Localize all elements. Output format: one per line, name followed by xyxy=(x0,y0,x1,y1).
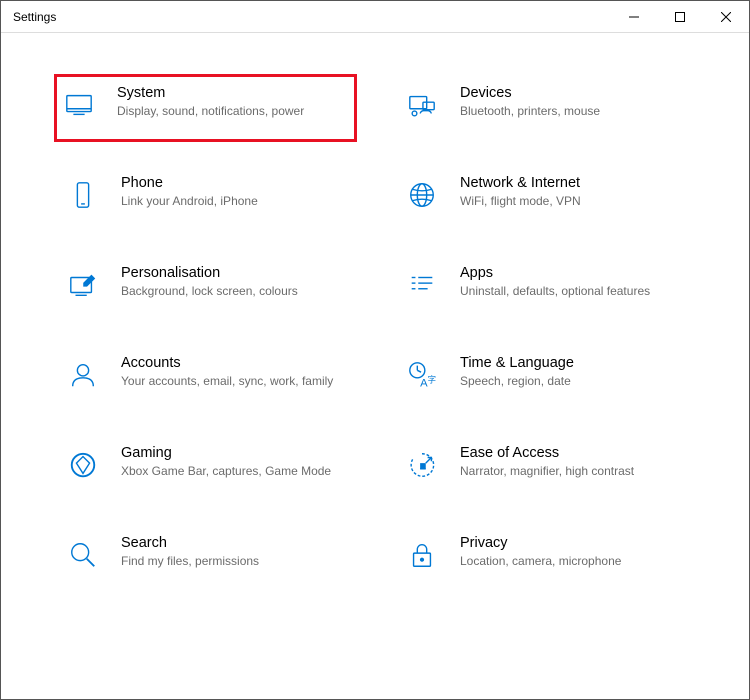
category-desc: Narrator, magnifier, high contrast xyxy=(460,463,634,479)
globe-icon xyxy=(404,177,440,213)
category-time[interactable]: A字 Time & Language Speech, region, date xyxy=(400,351,689,397)
category-text: Gaming Xbox Game Bar, captures, Game Mod… xyxy=(121,445,339,479)
category-title: Gaming xyxy=(121,445,331,461)
category-desc: Bluetooth, printers, mouse xyxy=(460,103,600,119)
category-desc: WiFi, flight mode, VPN xyxy=(460,193,581,209)
category-text: Accounts Your accounts, email, sync, wor… xyxy=(121,355,341,389)
time-language-icon: A字 xyxy=(404,357,440,393)
category-privacy[interactable]: Privacy Location, camera, microphone xyxy=(400,531,689,577)
accounts-icon xyxy=(65,357,101,393)
category-devices[interactable]: Devices Bluetooth, printers, mouse xyxy=(400,81,689,127)
category-title: Accounts xyxy=(121,355,333,371)
window-controls xyxy=(611,1,749,32)
category-title: Phone xyxy=(121,175,258,191)
category-text: Devices Bluetooth, printers, mouse xyxy=(460,85,608,119)
category-title: Apps xyxy=(460,265,650,281)
category-text: Ease of Access Narrator, magnifier, high… xyxy=(460,445,642,479)
category-phone[interactable]: Phone Link your Android, iPhone xyxy=(61,171,350,217)
category-ease[interactable]: Ease of Access Narrator, magnifier, high… xyxy=(400,441,689,487)
category-accounts[interactable]: Accounts Your accounts, email, sync, wor… xyxy=(61,351,350,397)
category-text: Personalisation Background, lock screen,… xyxy=(121,265,306,299)
category-title: Time & Language xyxy=(460,355,574,371)
svg-text:字: 字 xyxy=(428,375,436,385)
category-title: Search xyxy=(121,535,259,551)
window-title: Settings xyxy=(13,10,56,24)
titlebar: Settings xyxy=(1,1,749,33)
category-desc: Your accounts, email, sync, work, family xyxy=(121,373,333,389)
category-desc: Find my files, permissions xyxy=(121,553,259,569)
category-title: Devices xyxy=(460,85,600,101)
settings-grid: System Display, sound, notifications, po… xyxy=(61,81,689,577)
category-personalisation[interactable]: Personalisation Background, lock screen,… xyxy=(61,261,350,307)
category-text: Time & Language Speech, region, date xyxy=(460,355,582,389)
category-title: Network & Internet xyxy=(460,175,581,191)
personalisation-icon xyxy=(65,267,101,303)
category-desc: Display, sound, notifications, power xyxy=(117,103,304,119)
category-title: System xyxy=(117,85,304,101)
maximize-button[interactable] xyxy=(657,1,703,32)
category-desc: Speech, region, date xyxy=(460,373,574,389)
minimize-icon xyxy=(629,12,639,22)
search-icon xyxy=(65,537,101,573)
close-icon xyxy=(721,12,731,22)
ease-of-access-icon xyxy=(404,447,440,483)
category-text: System Display, sound, notifications, po… xyxy=(117,85,312,119)
minimize-button[interactable] xyxy=(611,1,657,32)
gaming-icon xyxy=(65,447,101,483)
category-text: Phone Link your Android, iPhone xyxy=(121,175,266,209)
category-desc: Uninstall, defaults, optional features xyxy=(460,283,650,299)
category-gaming[interactable]: Gaming Xbox Game Bar, captures, Game Mod… xyxy=(61,441,350,487)
category-apps[interactable]: Apps Uninstall, defaults, optional featu… xyxy=(400,261,689,307)
category-network[interactable]: Network & Internet WiFi, flight mode, VP… xyxy=(400,171,689,217)
devices-icon xyxy=(404,87,440,123)
maximize-icon xyxy=(675,12,685,22)
close-button[interactable] xyxy=(703,1,749,32)
category-text: Apps Uninstall, defaults, optional featu… xyxy=(460,265,658,299)
category-system[interactable]: System Display, sound, notifications, po… xyxy=(54,74,357,142)
category-desc: Background, lock screen, colours xyxy=(121,283,298,299)
category-title: Privacy xyxy=(460,535,621,551)
category-desc: Location, camera, microphone xyxy=(460,553,621,569)
category-title: Personalisation xyxy=(121,265,298,281)
category-text: Network & Internet WiFi, flight mode, VP… xyxy=(460,175,589,209)
system-icon xyxy=(61,87,97,123)
category-desc: Xbox Game Bar, captures, Game Mode xyxy=(121,463,331,479)
category-text: Privacy Location, camera, microphone xyxy=(460,535,629,569)
category-text: Search Find my files, permissions xyxy=(121,535,267,569)
settings-content: System Display, sound, notifications, po… xyxy=(1,33,749,597)
category-desc: Link your Android, iPhone xyxy=(121,193,258,209)
phone-icon xyxy=(65,177,101,213)
privacy-icon xyxy=(404,537,440,573)
category-search[interactable]: Search Find my files, permissions xyxy=(61,531,350,577)
apps-icon xyxy=(404,267,440,303)
category-title: Ease of Access xyxy=(460,445,634,461)
